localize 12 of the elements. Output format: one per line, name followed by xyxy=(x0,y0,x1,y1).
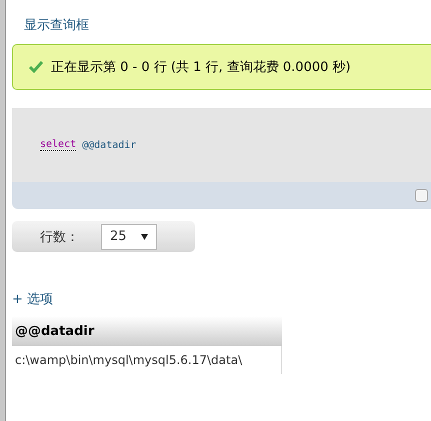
options-link[interactable]: + 选项 xyxy=(12,290,54,308)
sql-keyword[interactable]: select xyxy=(40,139,76,151)
rows-select[interactable]: 25 xyxy=(101,224,157,250)
column-header[interactable]: @@datadir xyxy=(12,316,282,346)
caret-icon xyxy=(141,234,148,240)
rows-label: 行数： xyxy=(40,228,79,246)
message-text: 正在显示第 0 - 0 行 (共 1 行, 查询花费 0.0000 秒) xyxy=(51,59,351,76)
show-query-box-link[interactable]: 显示查询框 xyxy=(24,16,89,34)
table-cell: c:\wamp\bin\mysql\mysql5.6.17\data\ xyxy=(12,346,282,374)
sql-identifier: @@datadir xyxy=(82,140,136,150)
checkbox[interactable] xyxy=(415,189,428,202)
check-icon xyxy=(29,61,43,73)
